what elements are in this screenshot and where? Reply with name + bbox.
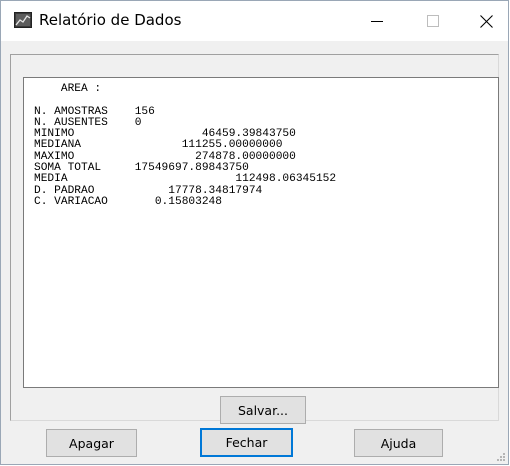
title-bar[interactable]: Relatório de Dados <box>1 1 508 41</box>
report-text: AREA : N. AMOSTRAS 156 N. AUSENTES 0 MIN… <box>34 83 337 208</box>
resize-grip-icon[interactable] <box>496 452 506 462</box>
help-button[interactable]: Ajuda <box>354 429 443 457</box>
maximize-icon <box>427 15 439 27</box>
close-icon <box>479 14 493 28</box>
window-content: AREA : N. AMOSTRAS 156 N. AUSENTES 0 MIN… <box>1 41 508 464</box>
close-button[interactable] <box>463 1 509 41</box>
report-panel: AREA : N. AMOSTRAS 156 N. AUSENTES 0 MIN… <box>10 54 499 424</box>
minimize-icon <box>371 21 383 22</box>
save-button[interactable]: Salvar... <box>220 396 306 424</box>
minimize-button[interactable] <box>354 1 400 41</box>
window-title: Relatório de Dados <box>39 11 182 29</box>
close-dialog-button[interactable]: Fechar <box>200 428 293 457</box>
chart-window-icon <box>14 12 32 28</box>
clear-button[interactable]: Apagar <box>46 429 137 457</box>
report-window: Relatório de Dados AREA : N. AMOSTRAS 15… <box>0 0 509 465</box>
maximize-button[interactable] <box>410 1 456 41</box>
report-textarea[interactable]: AREA : N. AMOSTRAS 156 N. AUSENTES 0 MIN… <box>23 77 499 388</box>
